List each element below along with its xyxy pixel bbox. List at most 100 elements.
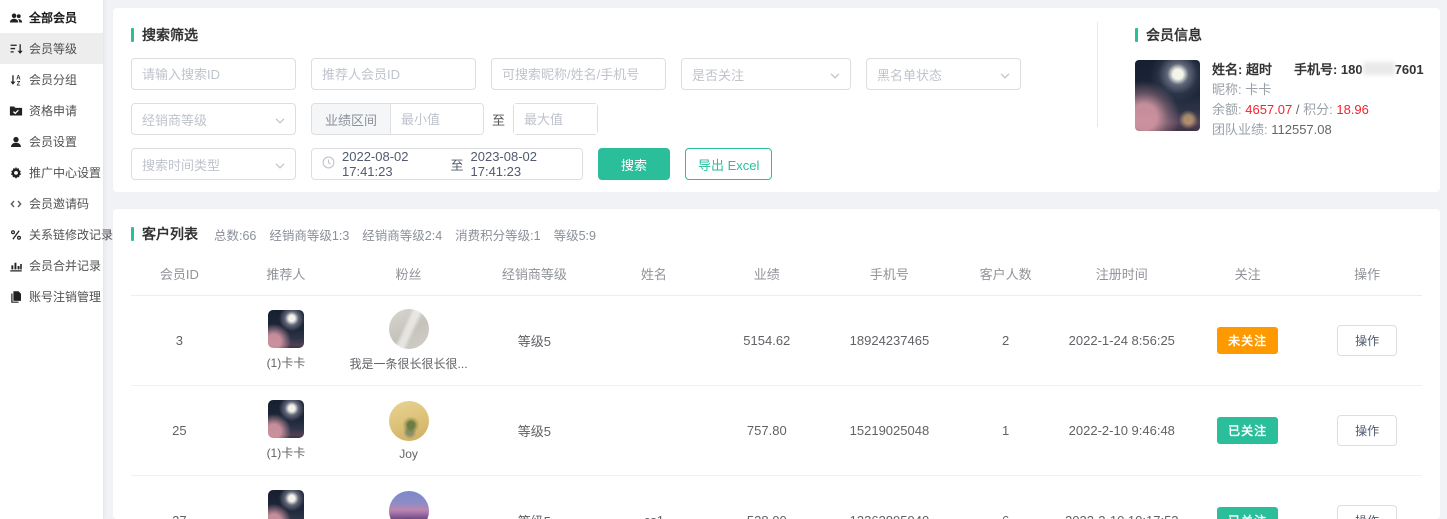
sidebar-item-account-cancel[interactable]: 账号注销管理: [0, 281, 103, 312]
keyword-input[interactable]: [491, 58, 666, 90]
table-row: 3 (1)卡卡 我是一条很长很长很... 等级5 5154.62 1892423…: [131, 296, 1422, 386]
main-content: 搜索筛选 是否关注 黑名单状态: [104, 0, 1447, 519]
table-row: 27 (1)卡卡 Lazy Cat 等级5 cs1 528.00 1326389…: [131, 476, 1422, 519]
referrer-name: (1)卡卡: [267, 354, 306, 371]
sidebar-item-member-group[interactable]: AZ 会员分组: [0, 64, 103, 95]
stat-dealer-level-2: 经销商等级2:4: [362, 225, 442, 244]
col-customers: 客户人数: [957, 264, 1054, 283]
cell-referrer: (1)卡卡: [228, 400, 344, 461]
sidebar-item-merge-log[interactable]: 会员合并记录: [0, 250, 103, 281]
chevron-down-icon: [275, 112, 285, 127]
search-id-input[interactable]: [131, 58, 296, 90]
cell-register-time: 2022-2-10 9:46:48: [1054, 423, 1190, 438]
customer-list-card: 客户列表 总数:66 经销商等级1:3 经销商等级2:4 消费积分等级:1 等级…: [113, 209, 1440, 519]
search-filter-title-text: 搜索筛选: [142, 25, 198, 45]
follow-badge: 已关注: [1217, 417, 1278, 444]
level-sort-icon: [9, 42, 23, 56]
top-card: 搜索筛选 是否关注 黑名单状态: [113, 8, 1440, 192]
performance-max-input[interactable]: [514, 104, 597, 134]
title-accent-bar: [131, 28, 134, 42]
member-info-panel: 会员信息 姓名: 超时手机号: 1807601 昵称: 卡卡 余额: 4657.…: [1098, 8, 1440, 192]
col-performance: 业绩: [712, 264, 822, 283]
cell-follow: 已关注: [1190, 417, 1306, 444]
col-follow: 关注: [1190, 264, 1306, 283]
cell-register-time: 2022-2-10 10:17:52: [1054, 513, 1190, 519]
row-action-button[interactable]: 操作: [1337, 415, 1397, 446]
sidebar-item-label: 会员设置: [29, 133, 77, 150]
pages-icon: [9, 290, 23, 304]
cell-member-id: 25: [131, 423, 228, 438]
row-action-button[interactable]: 操作: [1337, 325, 1397, 356]
referrer-id-input[interactable]: [311, 58, 476, 90]
chevron-down-icon: [830, 67, 840, 82]
fan-name: Joy: [399, 447, 418, 461]
customer-table: 会员ID 推荐人 粉丝 经销商等级 姓名 业绩 手机号 客户人数 注册时间 关注…: [131, 252, 1422, 519]
cell-register-time: 2022-1-24 8:56:25: [1054, 333, 1190, 348]
blacklist-status-select[interactable]: 黑名单状态: [866, 58, 1021, 90]
search-button[interactable]: 搜索: [598, 148, 670, 180]
cell-customers: 1: [957, 423, 1054, 438]
folder-check-icon: [9, 104, 23, 118]
fan-avatar: [389, 309, 429, 349]
follow-status-select-value: 是否关注: [692, 65, 744, 84]
cell-action: 操作: [1306, 415, 1429, 446]
referrer-name: (1)卡卡: [267, 444, 306, 461]
cell-dealer-level: 等级5: [473, 511, 596, 519]
balance-label: 余额:: [1212, 102, 1245, 117]
team-perf-label: 团队业绩:: [1212, 122, 1271, 137]
sidebar: 全部会员 会员等级 AZ 会员分组 资格申请 会员设置 推广中心设置 会员邀请码: [0, 0, 104, 519]
link-icon: [9, 228, 23, 242]
col-phone: 手机号: [822, 264, 958, 283]
title-accent-bar: [1135, 28, 1138, 42]
page: 全部会员 会员等级 AZ 会员分组 资格申请 会员设置 推广中心设置 会员邀请码: [0, 0, 1447, 519]
sidebar-item-promotion-settings[interactable]: 推广中心设置: [0, 157, 103, 188]
table-row: 25 (1)卡卡 Joy 等级5 757.80 15219025048 1 20…: [131, 386, 1422, 476]
date-start-value: 2022-08-02 17:41:23: [342, 149, 443, 179]
customer-list-title-text: 客户列表: [142, 224, 198, 244]
member-phone-suffix: 7601: [1395, 62, 1424, 77]
cell-fan: Lazy Cat: [344, 491, 473, 519]
gear-icon: [9, 166, 23, 180]
stat-total: 总数:66: [214, 225, 256, 244]
member-info-title-text: 会员信息: [1146, 25, 1202, 45]
cell-performance: 757.80: [712, 423, 822, 438]
sidebar-item-relation-log[interactable]: 关系链修改记录: [0, 219, 103, 250]
member-info-title: 会员信息: [1135, 25, 1428, 45]
sidebar-item-member-level[interactable]: 会员等级: [0, 33, 103, 64]
points-value: 18.96: [1336, 102, 1369, 117]
sidebar-item-all-members[interactable]: 全部会员: [0, 2, 103, 33]
member-phone-prefix: 180: [1341, 62, 1363, 77]
sidebar-item-label: 会员邀请码: [29, 195, 89, 212]
export-excel-button[interactable]: 导出 Excel: [685, 148, 772, 180]
member-balance-line: 余额: 4657.07 / 积分: 18.96: [1212, 100, 1424, 120]
performance-range-label: 业绩区间: [312, 104, 391, 134]
follow-badge: 已关注: [1217, 507, 1278, 519]
phone-redaction-blur: [1363, 62, 1395, 75]
follow-status-select[interactable]: 是否关注: [681, 58, 851, 90]
sidebar-item-label: 推广中心设置: [29, 164, 101, 181]
sidebar-item-qualification[interactable]: 资格申请: [0, 95, 103, 126]
row-action-button[interactable]: 操作: [1337, 505, 1397, 519]
cell-phone: 13263895940: [822, 513, 958, 519]
fan-name: 我是一条很长很长很...: [350, 355, 468, 372]
sidebar-item-member-settings[interactable]: 会员设置: [0, 126, 103, 157]
col-referrer: 推荐人: [228, 264, 344, 283]
member-phone-label: 手机号:: [1294, 62, 1341, 77]
cell-fan: 我是一条很长很长很...: [344, 309, 473, 372]
cell-referrer: (1)卡卡: [228, 490, 344, 519]
customer-list-stats: 总数:66 经销商等级1:3 经销商等级2:4 消费积分等级:1 等级5:9: [214, 225, 596, 244]
col-action: 操作: [1306, 264, 1429, 283]
balance-value: 4657.07: [1245, 102, 1292, 117]
date-range-input[interactable]: 2022-08-02 17:41:23 至 2023-08-02 17:41:2…: [311, 148, 583, 180]
referrer-avatar: [268, 400, 304, 438]
slash: /: [1296, 102, 1300, 117]
blacklist-status-select-value: 黑名单状态: [877, 65, 942, 84]
col-register-time: 注册时间: [1054, 264, 1190, 283]
performance-min-input[interactable]: [391, 104, 483, 134]
cell-phone: 15219025048: [822, 423, 958, 438]
cell-fan: Joy: [344, 401, 473, 461]
dealer-level-select[interactable]: 经销商等级: [131, 103, 296, 135]
time-type-select[interactable]: 搜索时间类型: [131, 148, 296, 180]
search-filter-title: 搜索筛选: [131, 25, 1079, 45]
sidebar-item-invite-code[interactable]: 会员邀请码: [0, 188, 103, 219]
